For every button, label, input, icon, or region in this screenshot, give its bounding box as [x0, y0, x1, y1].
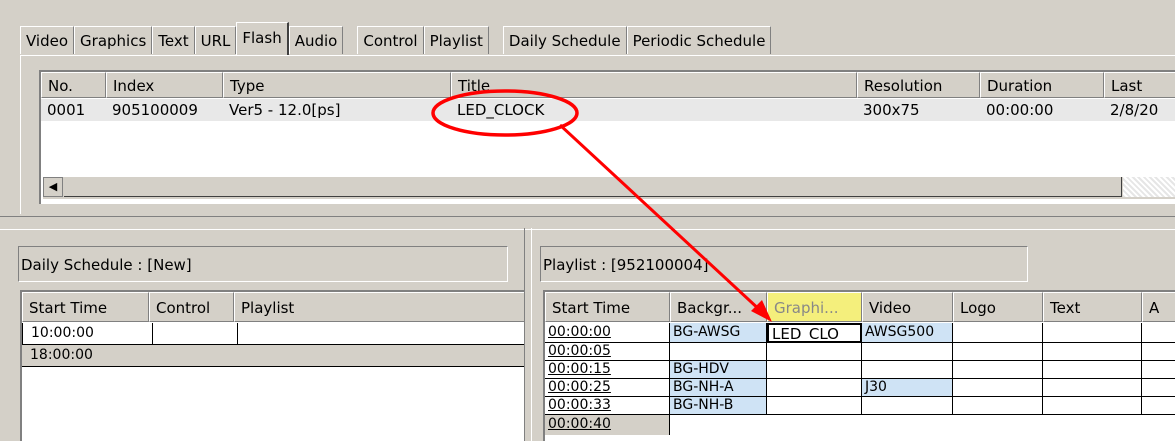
- annotation-overlay: [431, 89, 772, 322]
- annotation-arrow-line: [558, 123, 764, 314]
- annotation-circle: [431, 89, 579, 137]
